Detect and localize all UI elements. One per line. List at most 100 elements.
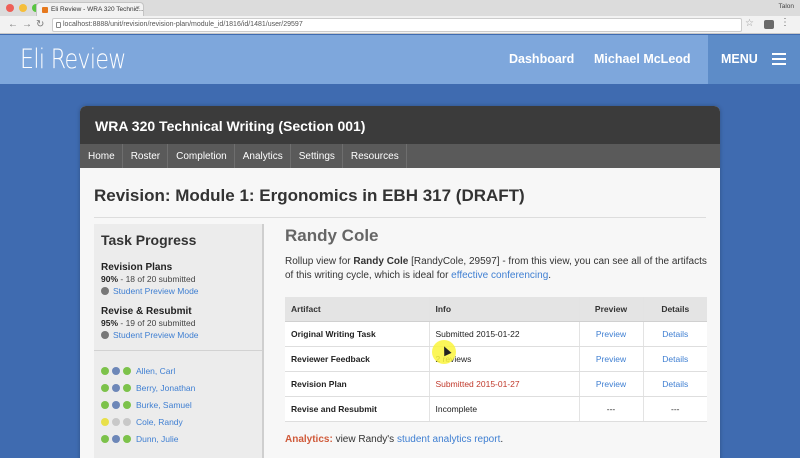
- task-title: Revise & Resubmit: [101, 306, 192, 317]
- tab-close-icon[interactable]: ×: [136, 5, 140, 12]
- close-window-button[interactable]: [6, 4, 14, 12]
- url-text: localhost:8888/unit/revision/revision-pl…: [63, 21, 303, 28]
- analytics-text: view Randy's: [332, 433, 397, 445]
- task-title: Revision Plans: [101, 262, 173, 273]
- artifacts-table: Artifact Info Preview Details Original W…: [285, 297, 707, 422]
- preview-link[interactable]: Preview: [578, 321, 643, 347]
- browser-tab[interactable]: Eli Review - WRA 320 Technic... ×: [36, 2, 144, 16]
- desc-suffix: .: [548, 270, 552, 281]
- nav-roster[interactable]: Roster: [123, 144, 169, 168]
- preview-placeholder: ---: [578, 396, 643, 422]
- student-name: Cole, Randy: [136, 416, 183, 427]
- status-dot-icon: [101, 366, 109, 375]
- col-preview-header: Preview: [578, 297, 643, 322]
- nav-home[interactable]: Home: [80, 144, 123, 168]
- person-icon: [112, 400, 120, 409]
- status-dot-icon: [123, 417, 131, 426]
- person-icon: [112, 434, 120, 443]
- nav-completion[interactable]: Completion: [168, 144, 235, 168]
- task-percent: 90%: [101, 274, 119, 284]
- col-info-header: Info: [428, 297, 579, 322]
- task-progress-sidebar: Task Progress Revision Plans 90% - 18 of…: [94, 224, 264, 458]
- browser-toolbar: ← → ↻ localhost:8888/unit/revision/revis…: [0, 16, 800, 34]
- eli-review-logo[interactable]: Eli Review: [20, 44, 126, 75]
- menu-button[interactable]: MENU: [708, 35, 800, 84]
- student-preview-link[interactable]: Student Preview Mode: [101, 286, 199, 296]
- person-icon: [112, 383, 120, 392]
- browser-tab-bar: Eli Review - WRA 320 Technic... × Talon: [0, 0, 800, 16]
- sidebar-divider: [94, 350, 262, 351]
- minimize-window-button[interactable]: [19, 4, 27, 12]
- student-name: Berry, Jonathan: [136, 382, 196, 393]
- forward-icon[interactable]: →: [22, 18, 32, 32]
- task-revision-plans: Revision Plans 90% - 18 of 20 submitted …: [101, 262, 199, 296]
- status-dot-icon: [123, 400, 131, 409]
- address-bar[interactable]: localhost:8888/unit/revision/revision-pl…: [52, 18, 742, 32]
- back-icon[interactable]: ←: [8, 18, 18, 32]
- analytics-label: Analytics:: [285, 433, 333, 445]
- student-list: Allen, Carl Berry, Jonathan Burke, Samue…: [101, 362, 195, 447]
- desc-prefix: Rollup view for: [285, 256, 354, 267]
- browser-user-label[interactable]: Talon: [778, 3, 794, 10]
- menu-label: MENU: [721, 52, 758, 66]
- extension-icon[interactable]: [764, 20, 774, 29]
- person-icon: [112, 417, 120, 426]
- course-nav: Home Roster Completion Analytics Setting…: [80, 144, 720, 168]
- student-row[interactable]: Allen, Carl: [101, 362, 195, 379]
- analytics-suffix: .: [500, 433, 504, 445]
- artifact-info: Submitted 2015-01-27: [428, 371, 579, 397]
- page-title: Revision: Module 1: Ergonomics in EBH 31…: [94, 186, 525, 205]
- student-row[interactable]: Burke, Samuel: [101, 396, 195, 413]
- course-title: WRA 320 Technical Writing (Section 001): [80, 106, 720, 144]
- status-dot-icon: [101, 383, 109, 392]
- course-card: WRA 320 Technical Writing (Section 001) …: [80, 106, 720, 458]
- student-preview-label: Student Preview Mode: [113, 286, 199, 296]
- analytics-line: Analytics: view Randy's student analytic…: [285, 434, 710, 445]
- details-link[interactable]: Details: [642, 371, 707, 397]
- person-icon: [112, 366, 120, 375]
- details-link[interactable]: Details: [642, 346, 707, 372]
- app-header: Eli Review Dashboard Michael McLeod MENU: [0, 35, 800, 84]
- person-icon: [101, 331, 109, 339]
- status-dot-icon: [123, 383, 131, 392]
- task-revise-resubmit: Revise & Resubmit 95% - 19 of 20 submitt…: [101, 306, 199, 340]
- student-row[interactable]: Dunn, Julie: [101, 430, 195, 447]
- status-dot-icon: [101, 434, 109, 443]
- reload-icon[interactable]: ↻: [36, 18, 44, 32]
- browser-menu-icon[interactable]: ⋮: [780, 17, 790, 28]
- page-info-icon[interactable]: [56, 22, 61, 28]
- student-heading: Randy Cole: [285, 226, 379, 245]
- student-preview-link[interactable]: Student Preview Mode: [101, 330, 199, 340]
- student-row[interactable]: Cole, Randy: [101, 413, 195, 430]
- student-preview-label: Student Preview Mode: [113, 330, 199, 340]
- status-dot-icon: [101, 400, 109, 409]
- favicon-icon: [42, 7, 48, 13]
- student-analytics-link[interactable]: student analytics report: [397, 434, 500, 445]
- preview-link[interactable]: Preview: [578, 371, 643, 397]
- artifact-info: Incomplete: [428, 396, 579, 422]
- student-name: Allen, Carl: [136, 365, 176, 376]
- preview-link[interactable]: Preview: [578, 346, 643, 372]
- artifact-name: Original Writing Task: [285, 321, 429, 347]
- window-controls: [6, 4, 40, 12]
- dashboard-link[interactable]: Dashboard: [509, 52, 574, 66]
- details-link[interactable]: Details: [642, 321, 707, 347]
- col-artifact-header: Artifact: [285, 297, 429, 322]
- nav-resources[interactable]: Resources: [343, 144, 407, 168]
- effective-conferencing-link[interactable]: effective conferencing: [451, 270, 548, 281]
- student-row[interactable]: Berry, Jonathan: [101, 379, 195, 396]
- student-name: Dunn, Julie: [136, 433, 179, 444]
- task-percent: 95%: [101, 318, 119, 328]
- status-dot-icon: [123, 366, 131, 375]
- artifact-name: Reviewer Feedback: [285, 346, 429, 372]
- col-details-header: Details: [642, 297, 707, 322]
- status-dot-icon: [123, 434, 131, 443]
- nav-settings[interactable]: Settings: [291, 144, 343, 168]
- tab-title: Eli Review - WRA 320 Technic...: [51, 6, 144, 13]
- user-name-link[interactable]: Michael McLeod: [594, 52, 691, 66]
- table-row: Revision Plan Submitted 2015-01-27 Previ…: [285, 371, 707, 397]
- nav-analytics[interactable]: Analytics: [235, 144, 291, 168]
- task-summary: 95% - 19 of 20 submitted: [101, 318, 199, 328]
- bookmark-star-icon[interactable]: ☆: [745, 18, 754, 29]
- rollup-main: Randy Cole Rollup view for Randy Cole [R…: [285, 224, 710, 445]
